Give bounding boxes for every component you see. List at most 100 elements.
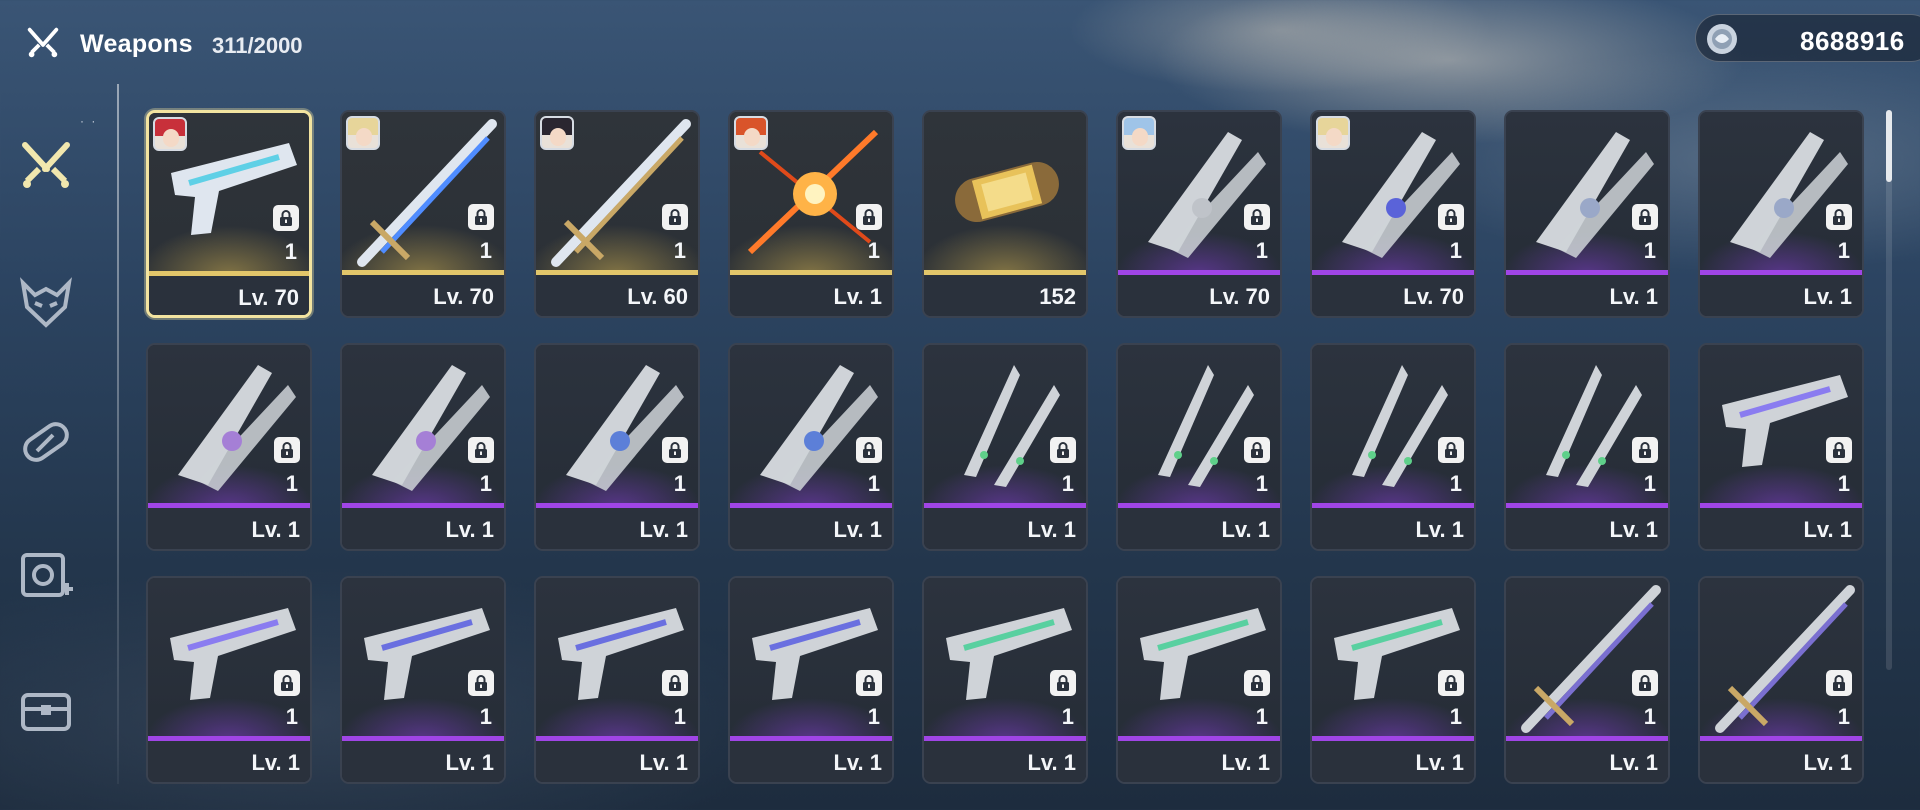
item-quantity: 1 — [1643, 704, 1656, 729]
weapon-level: Lv. 1 — [1221, 517, 1270, 542]
card-footer: Lv. 1 — [1312, 741, 1474, 782]
lock-icon[interactable] — [1632, 204, 1658, 230]
sidebar-item-materials[interactable] — [14, 410, 78, 474]
weapon-level: Lv. 70 — [1403, 284, 1464, 309]
lock-icon[interactable] — [1438, 437, 1464, 463]
card-footer: Lv. 70 — [149, 276, 309, 315]
weapon-card[interactable]: 1 Lv. 1 — [728, 576, 894, 784]
card-footer: Lv. 1 — [536, 741, 698, 782]
item-quantity: 1 — [285, 704, 298, 729]
lock-icon[interactable] — [1050, 437, 1076, 463]
lock-icon[interactable] — [1244, 437, 1270, 463]
weapon-card[interactable]: 152 — [922, 110, 1088, 318]
card-footer: Lv. 60 — [536, 275, 698, 316]
weapon-card[interactable]: 1 Lv. 1 — [922, 343, 1088, 551]
lock-icon[interactable] — [856, 670, 882, 696]
weapon-level: Lv. 1 — [1803, 517, 1852, 542]
weapon-card[interactable]: 1 Lv. 1 — [728, 110, 894, 318]
sidebar-item-echoes[interactable] — [14, 270, 78, 334]
lock-icon[interactable] — [1826, 204, 1852, 230]
weapon-card[interactable]: 1 Lv. 70 — [1116, 110, 1282, 318]
shell-credit-icon — [1707, 24, 1737, 54]
weapon-card[interactable]: 1 Lv. 1 — [922, 576, 1088, 784]
weapon-card[interactable]: 1 Lv. 1 — [1310, 576, 1476, 784]
lock-icon[interactable] — [1438, 204, 1464, 230]
weapon-card[interactable]: 1 Lv. 1 — [1504, 110, 1670, 318]
card-footer: Lv. 1 — [148, 508, 310, 549]
item-quantity: 1 — [867, 238, 880, 263]
card-footer: Lv. 1 — [148, 741, 310, 782]
card-footer: Lv. 1 — [1506, 741, 1668, 782]
weapon-card[interactable]: 1 Lv. 70 — [340, 110, 506, 318]
card-footer: Lv. 1 — [730, 508, 892, 549]
lock-icon[interactable] — [468, 437, 494, 463]
item-quantity: 1 — [867, 471, 880, 496]
tuner-icon — [21, 553, 73, 597]
lock-icon[interactable] — [662, 437, 688, 463]
lock-icon[interactable] — [274, 670, 300, 696]
lock-icon[interactable] — [1244, 204, 1270, 230]
weapon-level: Lv. 1 — [1609, 517, 1658, 542]
lock-icon[interactable] — [1826, 437, 1852, 463]
weapon-card[interactable]: 1 Lv. 1 — [1698, 110, 1864, 318]
weapon-card[interactable]: 1 Lv. 1 — [340, 343, 506, 551]
weapon-card[interactable]: 1 Lv. 1 — [146, 343, 312, 551]
lock-icon[interactable] — [1438, 670, 1464, 696]
lock-icon[interactable] — [274, 437, 300, 463]
weapon-card[interactable]: 1 Lv. 60 — [534, 110, 700, 318]
lock-icon[interactable] — [662, 670, 688, 696]
scrollbar[interactable] — [1886, 110, 1892, 670]
page-title: Weapons — [80, 30, 193, 58]
item-quantity: 1 — [673, 471, 686, 496]
weapon-card[interactable]: 1 Lv. 1 — [1504, 343, 1670, 551]
weapon-card[interactable]: 1 Lv. 1 — [1698, 343, 1864, 551]
lock-icon[interactable] — [1632, 437, 1658, 463]
weapon-level: Lv. 1 — [1803, 284, 1852, 309]
sidebar-item-weapons[interactable] — [14, 134, 78, 198]
weapon-card[interactable]: 1 Lv. 1 — [534, 343, 700, 551]
scrollbar-thumb[interactable] — [1886, 110, 1892, 182]
card-footer: Lv. 1 — [1312, 508, 1474, 549]
weapon-card[interactable]: 1 Lv. 1 — [146, 576, 312, 784]
weapon-card[interactable]: 1 Lv. 1 — [1310, 343, 1476, 551]
lock-icon[interactable] — [468, 670, 494, 696]
item-quantity: 1 — [1449, 471, 1462, 496]
weapon-card[interactable]: 1 Lv. 1 — [1116, 576, 1282, 784]
lock-icon[interactable] — [273, 205, 299, 231]
blonde-avatar — [1316, 116, 1350, 150]
weapon-card[interactable]: 1 Lv. 1 — [1116, 343, 1282, 551]
weapon-level: Lv. 1 — [639, 750, 688, 775]
item-quantity: 1 — [1061, 704, 1074, 729]
card-footer: Lv. 1 — [730, 741, 892, 782]
dark-hair-avatar — [540, 116, 574, 150]
item-quantity: 1 — [284, 239, 297, 264]
weapon-level: Lv. 1 — [1027, 517, 1076, 542]
lock-icon[interactable] — [1244, 670, 1270, 696]
weapon-card[interactable]: 1 Lv. 70 — [146, 110, 312, 318]
weapon-card[interactable]: 1 Lv. 1 — [1698, 576, 1864, 784]
item-quantity: 1 — [1255, 704, 1268, 729]
lock-icon[interactable] — [662, 204, 688, 230]
sidebar-item-supplies[interactable] — [14, 680, 78, 744]
lock-icon[interactable] — [856, 437, 882, 463]
sidebar-item-development[interactable] — [14, 544, 78, 608]
card-footer: Lv. 1 — [730, 275, 892, 316]
weapon-card[interactable]: 1 Lv. 70 — [1310, 110, 1476, 318]
weapon-card[interactable]: 1 Lv. 1 — [1504, 576, 1670, 784]
item-quantity: 1 — [1643, 238, 1656, 263]
lock-icon[interactable] — [1632, 670, 1658, 696]
card-footer: Lv. 1 — [924, 741, 1086, 782]
lock-icon[interactable] — [1050, 670, 1076, 696]
weapon-level: Lv. 1 — [1221, 750, 1270, 775]
lock-icon[interactable] — [856, 204, 882, 230]
lock-icon[interactable] — [468, 204, 494, 230]
item-quantity: 1 — [1449, 238, 1462, 263]
weapon-level: Lv. 70 — [1209, 284, 1270, 309]
item-quantity: 1 — [1643, 471, 1656, 496]
weapon-card[interactable]: 1 Lv. 1 — [534, 576, 700, 784]
item-quantity: 1 — [1837, 471, 1850, 496]
currency-display[interactable]: 8688916 — [1695, 14, 1920, 62]
lock-icon[interactable] — [1826, 670, 1852, 696]
weapon-card[interactable]: 1 Lv. 1 — [728, 343, 894, 551]
weapon-card[interactable]: 1 Lv. 1 — [340, 576, 506, 784]
